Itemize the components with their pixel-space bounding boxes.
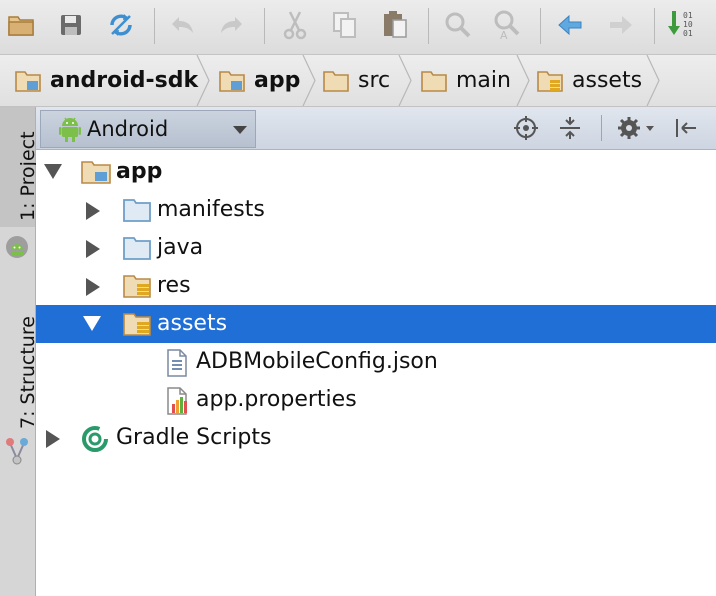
folder-icon [421, 70, 447, 92]
tree-item-manifests[interactable]: manifests [36, 191, 716, 229]
folder-icon [323, 70, 349, 92]
toolbar-separator [428, 8, 429, 44]
android-icon [59, 117, 81, 142]
breadcrumb-separator-icon [398, 55, 412, 106]
properties-file-icon [167, 387, 187, 415]
tree-item-app-properties[interactable]: app.properties [36, 381, 716, 419]
breadcrumb-label: main [456, 68, 511, 93]
toolbar-separator [654, 8, 655, 44]
breadcrumb-separator-icon [196, 55, 210, 106]
toolbar-separator [154, 8, 155, 44]
breadcrumb-label: assets [572, 68, 643, 93]
resource-folder-icon [123, 313, 151, 336]
module-folder-icon [219, 70, 245, 92]
toolbar-separator [264, 8, 265, 44]
tree-item-label: java [157, 235, 204, 260]
breadcrumb-separator-icon [516, 55, 530, 106]
folder-icon [123, 199, 151, 222]
svg-text:A: A [500, 29, 508, 40]
header-separator [601, 115, 602, 141]
make-project-icon[interactable]: 01 10 01 [664, 8, 704, 42]
module-folder-icon [15, 70, 41, 92]
tree-item-assets[interactable]: assets [36, 305, 716, 343]
gradle-icon [82, 426, 108, 452]
resource-folder-icon [123, 275, 151, 298]
undo-icon[interactable] [166, 8, 200, 42]
sync-icon[interactable] [104, 8, 138, 42]
tree-item-label: ADBMobileConfig.json [196, 349, 438, 374]
tree-item-label: manifests [157, 197, 265, 222]
tree-item-gradle-scripts[interactable]: Gradle Scripts [36, 419, 716, 457]
svg-text:01: 01 [683, 11, 693, 20]
tree-item-label: assets [157, 311, 228, 336]
breadcrumb-label: src [358, 68, 391, 93]
main-toolbar: A 01 10 01 [0, 0, 716, 55]
breadcrumb-label: android-sdk [50, 68, 199, 93]
forward-icon[interactable] [604, 8, 638, 42]
copy-icon[interactable] [328, 8, 362, 42]
breadcrumb: android-sdk app src main assets [0, 55, 716, 107]
tab-structure[interactable]: 7: Structure [0, 289, 39, 469]
paste-icon[interactable] [378, 8, 412, 42]
cut-icon[interactable] [278, 8, 312, 42]
expanded-arrow-icon[interactable] [44, 164, 62, 180]
collapsed-arrow-icon[interactable] [86, 240, 100, 258]
find-icon[interactable] [441, 8, 475, 42]
structure-icon [6, 438, 28, 465]
tree-item-label: Gradle Scripts [116, 425, 272, 450]
collapsed-arrow-icon[interactable] [86, 278, 100, 296]
breadcrumb-item-main[interactable]: main [420, 55, 511, 106]
breadcrumb-separator-icon [302, 55, 316, 106]
toolbar-separator [540, 8, 541, 44]
collapsed-arrow-icon[interactable] [46, 430, 60, 448]
project-tree: app manifests java res assets ADBMobileC… [36, 150, 716, 596]
tree-item-label: res [157, 273, 191, 298]
module-folder-icon [81, 161, 111, 184]
json-file-icon [167, 349, 187, 377]
open-folder-icon[interactable] [4, 8, 38, 42]
view-mode-label: Android [87, 117, 169, 141]
save-icon[interactable] [54, 8, 88, 42]
svg-text:01: 01 [683, 29, 693, 38]
back-icon[interactable] [553, 8, 587, 42]
scroll-from-source-icon[interactable] [510, 112, 542, 144]
tab-project[interactable]: 1: Project [0, 107, 39, 227]
breadcrumb-label: app [254, 68, 301, 93]
tree-item-label: app [116, 159, 163, 184]
tree-item-label: app.properties [196, 387, 357, 412]
resource-folder-icon [537, 70, 563, 92]
collapse-all-icon[interactable] [554, 112, 586, 144]
expanded-arrow-icon[interactable] [83, 316, 101, 332]
replace-icon[interactable]: A [490, 8, 524, 42]
tool-window-bar: 1: Project 7: Structure [0, 107, 39, 596]
hide-panel-icon[interactable] [670, 112, 702, 144]
project-panel-header: Android [36, 107, 716, 150]
folder-icon [123, 237, 151, 260]
collapsed-arrow-icon[interactable] [86, 202, 100, 220]
android-icon[interactable] [0, 233, 35, 263]
tree-item-adbmobileconfig[interactable]: ADBMobileConfig.json [36, 343, 716, 381]
svg-text:10: 10 [683, 20, 693, 29]
settings-gear-icon[interactable] [614, 112, 658, 144]
tree-item-res[interactable]: res [36, 267, 716, 305]
breadcrumb-separator-icon [646, 55, 660, 106]
chevron-down-icon [233, 126, 247, 134]
tree-item-java[interactable]: java [36, 229, 716, 267]
breadcrumb-item-src[interactable]: src [322, 55, 390, 106]
breadcrumb-item-assets[interactable]: assets [536, 55, 642, 106]
redo-icon[interactable] [214, 8, 248, 42]
tree-item-app[interactable]: app [36, 153, 716, 191]
breadcrumb-item-android-sdk[interactable]: android-sdk [14, 55, 198, 106]
breadcrumb-item-app[interactable]: app [218, 55, 300, 106]
view-mode-dropdown[interactable]: Android [40, 110, 256, 148]
